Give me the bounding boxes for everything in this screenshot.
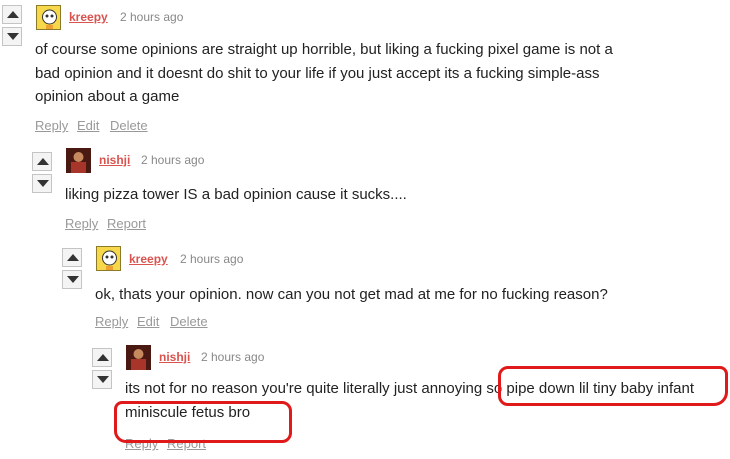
upvote-button[interactable] bbox=[32, 152, 52, 171]
report-link[interactable]: Report bbox=[167, 436, 206, 451]
username-link[interactable]: kreepy bbox=[129, 252, 168, 266]
down-arrow-icon bbox=[67, 276, 79, 283]
report-link[interactable]: Report bbox=[107, 216, 146, 231]
upvote-button[interactable] bbox=[92, 348, 112, 367]
reply-link[interactable]: Reply bbox=[35, 118, 68, 133]
up-arrow-icon bbox=[37, 158, 49, 165]
upvote-button[interactable] bbox=[62, 248, 82, 267]
username-link[interactable]: kreepy bbox=[69, 10, 108, 24]
comment-body-line: its not for no reason you're quite liter… bbox=[125, 380, 695, 397]
downvote-button[interactable] bbox=[62, 270, 82, 289]
edit-link[interactable]: Edit bbox=[137, 314, 159, 329]
up-arrow-icon bbox=[97, 354, 109, 361]
timestamp: 2 hours ago bbox=[120, 10, 184, 24]
timestamp: 2 hours ago bbox=[201, 350, 265, 364]
up-arrow-icon bbox=[67, 254, 79, 261]
timestamp: 2 hours ago bbox=[141, 153, 205, 167]
downvote-button[interactable] bbox=[2, 27, 22, 46]
username-link[interactable]: nishji bbox=[99, 153, 130, 167]
down-arrow-icon bbox=[7, 33, 19, 40]
comment-body-line: of course some opinions are straight up … bbox=[35, 41, 613, 58]
edit-link[interactable]: Edit bbox=[77, 118, 99, 133]
downvote-button[interactable] bbox=[32, 174, 52, 193]
avatar[interactable] bbox=[96, 246, 121, 271]
avatar[interactable] bbox=[126, 345, 151, 370]
username-link[interactable]: nishji bbox=[159, 350, 190, 364]
up-arrow-icon bbox=[7, 11, 19, 18]
reply-link[interactable]: Reply bbox=[95, 314, 128, 329]
down-arrow-icon bbox=[37, 180, 49, 187]
comment-body-line: ok, thats your opinion. now can you not … bbox=[95, 286, 608, 303]
timestamp: 2 hours ago bbox=[180, 252, 244, 266]
comment-body-line: miniscule fetus bro bbox=[125, 404, 251, 421]
reply-link[interactable]: Reply bbox=[125, 436, 158, 451]
avatar[interactable] bbox=[36, 5, 61, 30]
comment-body-line: liking pizza tower IS a bad opinion caus… bbox=[65, 186, 407, 203]
delete-link[interactable]: Delete bbox=[170, 314, 208, 329]
avatar[interactable] bbox=[66, 148, 91, 173]
downvote-button[interactable] bbox=[92, 370, 112, 389]
upvote-button[interactable] bbox=[2, 5, 22, 24]
comment-body-line: bad opinion and it doesnt do shit to you… bbox=[35, 65, 600, 82]
reply-link[interactable]: Reply bbox=[65, 216, 98, 231]
down-arrow-icon bbox=[97, 376, 109, 383]
delete-link[interactable]: Delete bbox=[110, 118, 148, 133]
comment-body-line: opinion about a game bbox=[35, 88, 180, 105]
